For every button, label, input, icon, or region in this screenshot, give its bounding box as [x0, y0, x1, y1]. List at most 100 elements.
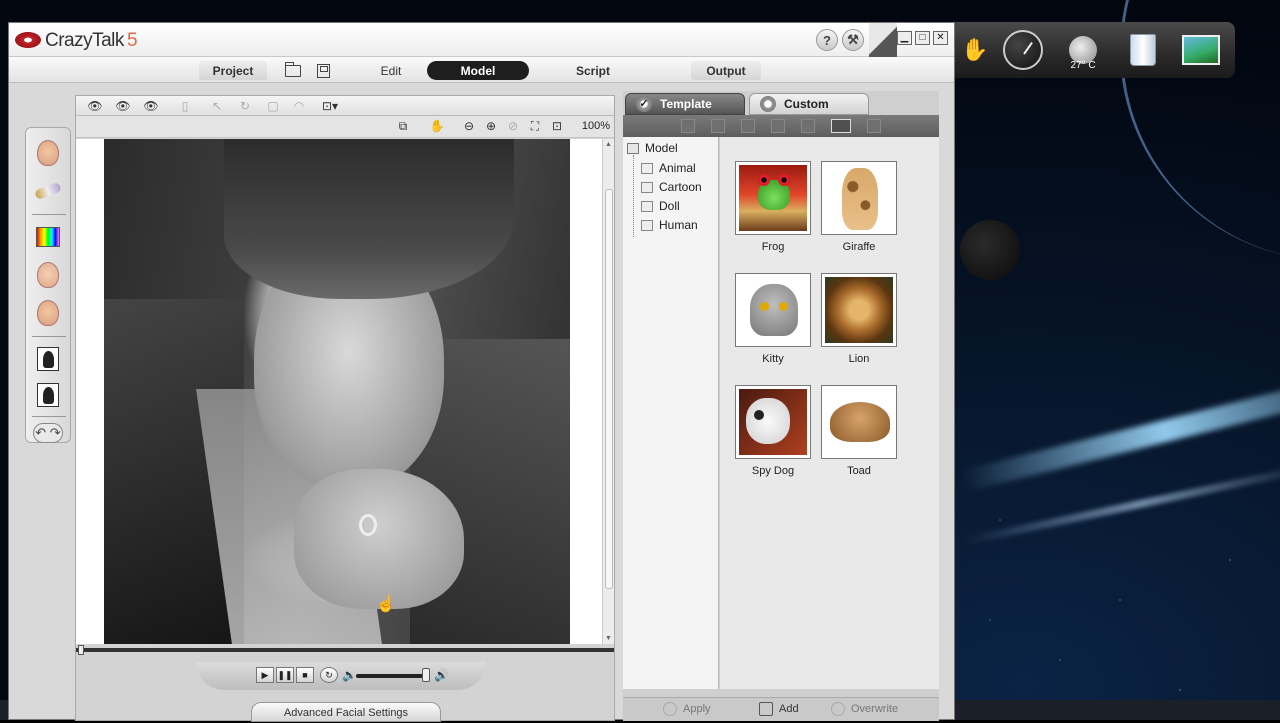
pointer-icon[interactable]: ↖ [208, 99, 226, 113]
face-fitting-icon[interactable] [33, 138, 63, 168]
volume-icon[interactable]: 🔊 [434, 668, 449, 682]
vertical-scrollbar[interactable]: ▲ ▼ [602, 139, 614, 644]
timeline-knob[interactable] [78, 645, 84, 655]
square-icon[interactable]: ▢ [264, 99, 282, 113]
check-icon: ✓ [636, 96, 652, 112]
maximize-button[interactable]: □ [915, 31, 930, 45]
tree-item-label: Doll [659, 199, 680, 213]
menu-script[interactable]: Script [539, 61, 647, 80]
color-adjust-icon[interactable] [33, 222, 63, 252]
template-kitty[interactable]: Kitty [735, 273, 811, 365]
tree-folder-icon [641, 200, 653, 212]
volume-knob[interactable] [422, 668, 430, 682]
close-button[interactable]: ✕ [933, 31, 948, 45]
advanced-facial-settings-button[interactable]: Advanced Facial Settings [251, 702, 441, 722]
menu-project[interactable]: Project [199, 61, 267, 80]
eye-icon[interactable]: 👁 [86, 99, 104, 113]
tree-item-cartoon[interactable]: Cartoon [641, 180, 702, 194]
menu-edit[interactable]: Edit [359, 61, 423, 80]
spy-dog-thumbnail [735, 385, 811, 459]
background-brush-icon[interactable] [33, 176, 63, 206]
tree-root-label: Model [645, 141, 678, 155]
tool-divider [32, 336, 66, 337]
lips-tool-icon[interactable]: ◠ [290, 99, 308, 113]
thumbnail-caption: Frog [761, 241, 785, 253]
rotate-icon[interactable]: ↻ [236, 99, 254, 113]
minimize-button[interactable]: ▁ [897, 31, 912, 45]
scroll-down-arrow-icon[interactable]: ▼ [605, 635, 612, 642]
photo-ring [359, 514, 377, 536]
template-thumbnail-grid: Frog Giraffe Kitty Lion Spy Dog Toad [720, 137, 939, 689]
left-tool-panel: ↶ ↷ [25, 127, 71, 443]
viewport-toolbar-zoom: ⧉ ✋ ⊖ ⊕ ⊘ ⛶ ⊡ 100% [76, 116, 614, 138]
tree-item-animal[interactable]: Animal [641, 161, 696, 175]
undo-redo-icon[interactable]: ↶ ↷ [33, 418, 63, 448]
mask-edit-icon[interactable] [33, 344, 63, 374]
template-toad[interactable]: Toad [821, 385, 897, 477]
menu-output[interactable]: Output [691, 61, 761, 80]
tree-item-label: Cartoon [659, 180, 702, 194]
stop-button[interactable]: ■ [296, 667, 314, 683]
eye-wide-icon[interactable]: 👁 [142, 99, 160, 113]
preview-mode-icon[interactable]: ⊡▾ [316, 99, 344, 113]
overwrite-label: Overwrite [851, 703, 899, 715]
template-frog[interactable]: Frog [735, 161, 811, 253]
recycle-bin-icon[interactable] [1123, 30, 1163, 70]
clock-gadget-icon[interactable] [1003, 30, 1043, 70]
template-giraffe[interactable]: Giraffe [821, 161, 897, 253]
properties-icon[interactable] [867, 119, 881, 133]
tree-item-human[interactable]: Human [641, 218, 698, 232]
delete-icon[interactable] [801, 119, 815, 133]
image-canvas[interactable]: ☝ [76, 139, 602, 644]
page-icon[interactable]: ▯ [176, 99, 194, 113]
overwrite-button[interactable]: Overwrite [831, 702, 898, 716]
zoom-in-icon[interactable]: ⊕ [482, 119, 500, 133]
help-button[interactable]: ? [816, 29, 838, 51]
open-folder-icon[interactable] [283, 61, 303, 80]
pan-hand-icon[interactable]: ✋ [428, 119, 446, 133]
pause-button[interactable]: ❚❚ [276, 667, 294, 683]
folder-icon[interactable] [681, 119, 695, 133]
apply-button[interactable]: Apply [663, 702, 711, 716]
tree-item-doll[interactable]: Doll [641, 199, 680, 213]
paste-icon[interactable] [771, 119, 785, 133]
timeline-bar[interactable] [76, 645, 614, 655]
tree-root-model[interactable]: Model [627, 141, 678, 155]
add-button[interactable]: Add [759, 702, 799, 716]
save-disk-icon[interactable] [313, 61, 333, 80]
lion-thumbnail [821, 273, 897, 347]
zoom-actual-icon[interactable]: ⊡ [548, 119, 566, 133]
face-orientation-icon[interactable] [33, 260, 63, 290]
frog-thumbnail [735, 161, 811, 235]
weather-gadget[interactable]: 27° C [1063, 30, 1103, 71]
tree-folder-icon [641, 181, 653, 193]
fit-window-icon[interactable]: ⧉ [394, 119, 412, 133]
hand-gadget-icon[interactable]: ✋ [955, 30, 995, 70]
loop-button[interactable]: ↻ [320, 667, 338, 683]
zoom-out-icon[interactable]: ⊖ [460, 119, 478, 133]
scroll-thumb[interactable] [605, 189, 613, 589]
copy-icon[interactable] [741, 119, 755, 133]
photo-gadget-icon[interactable] [1181, 30, 1221, 70]
view-mode-icon[interactable] [831, 119, 851, 133]
zoom-reset-icon[interactable]: ⊘ [504, 119, 522, 133]
zoom-fit-icon[interactable]: ⛶ [526, 119, 544, 133]
play-button[interactable]: ▶ [256, 667, 274, 683]
file-icon[interactable] [711, 119, 725, 133]
volume-slider[interactable] [356, 674, 426, 678]
scroll-up-arrow-icon[interactable]: ▲ [605, 141, 612, 148]
mask-view-icon[interactable] [33, 380, 63, 410]
tab-template[interactable]: ✓ Template [625, 93, 745, 115]
eye-open-icon[interactable]: 👁 [114, 99, 132, 113]
mute-icon[interactable]: 🔈 [342, 668, 357, 682]
library-action-bar: Apply Add Overwrite [623, 697, 939, 721]
tab-custom[interactable]: Custom [749, 93, 869, 115]
template-lion[interactable]: Lion [821, 273, 897, 365]
app-version: 5 [127, 30, 138, 51]
template-spy-dog[interactable]: Spy Dog [735, 385, 811, 477]
tools-button[interactable]: ⚒ [842, 29, 864, 51]
dark-planet [960, 220, 1020, 280]
menu-model[interactable]: Model [427, 61, 529, 80]
main-menu-bar: Project Edit Model Script Output [9, 57, 954, 83]
face-profile-icon[interactable] [33, 298, 63, 328]
